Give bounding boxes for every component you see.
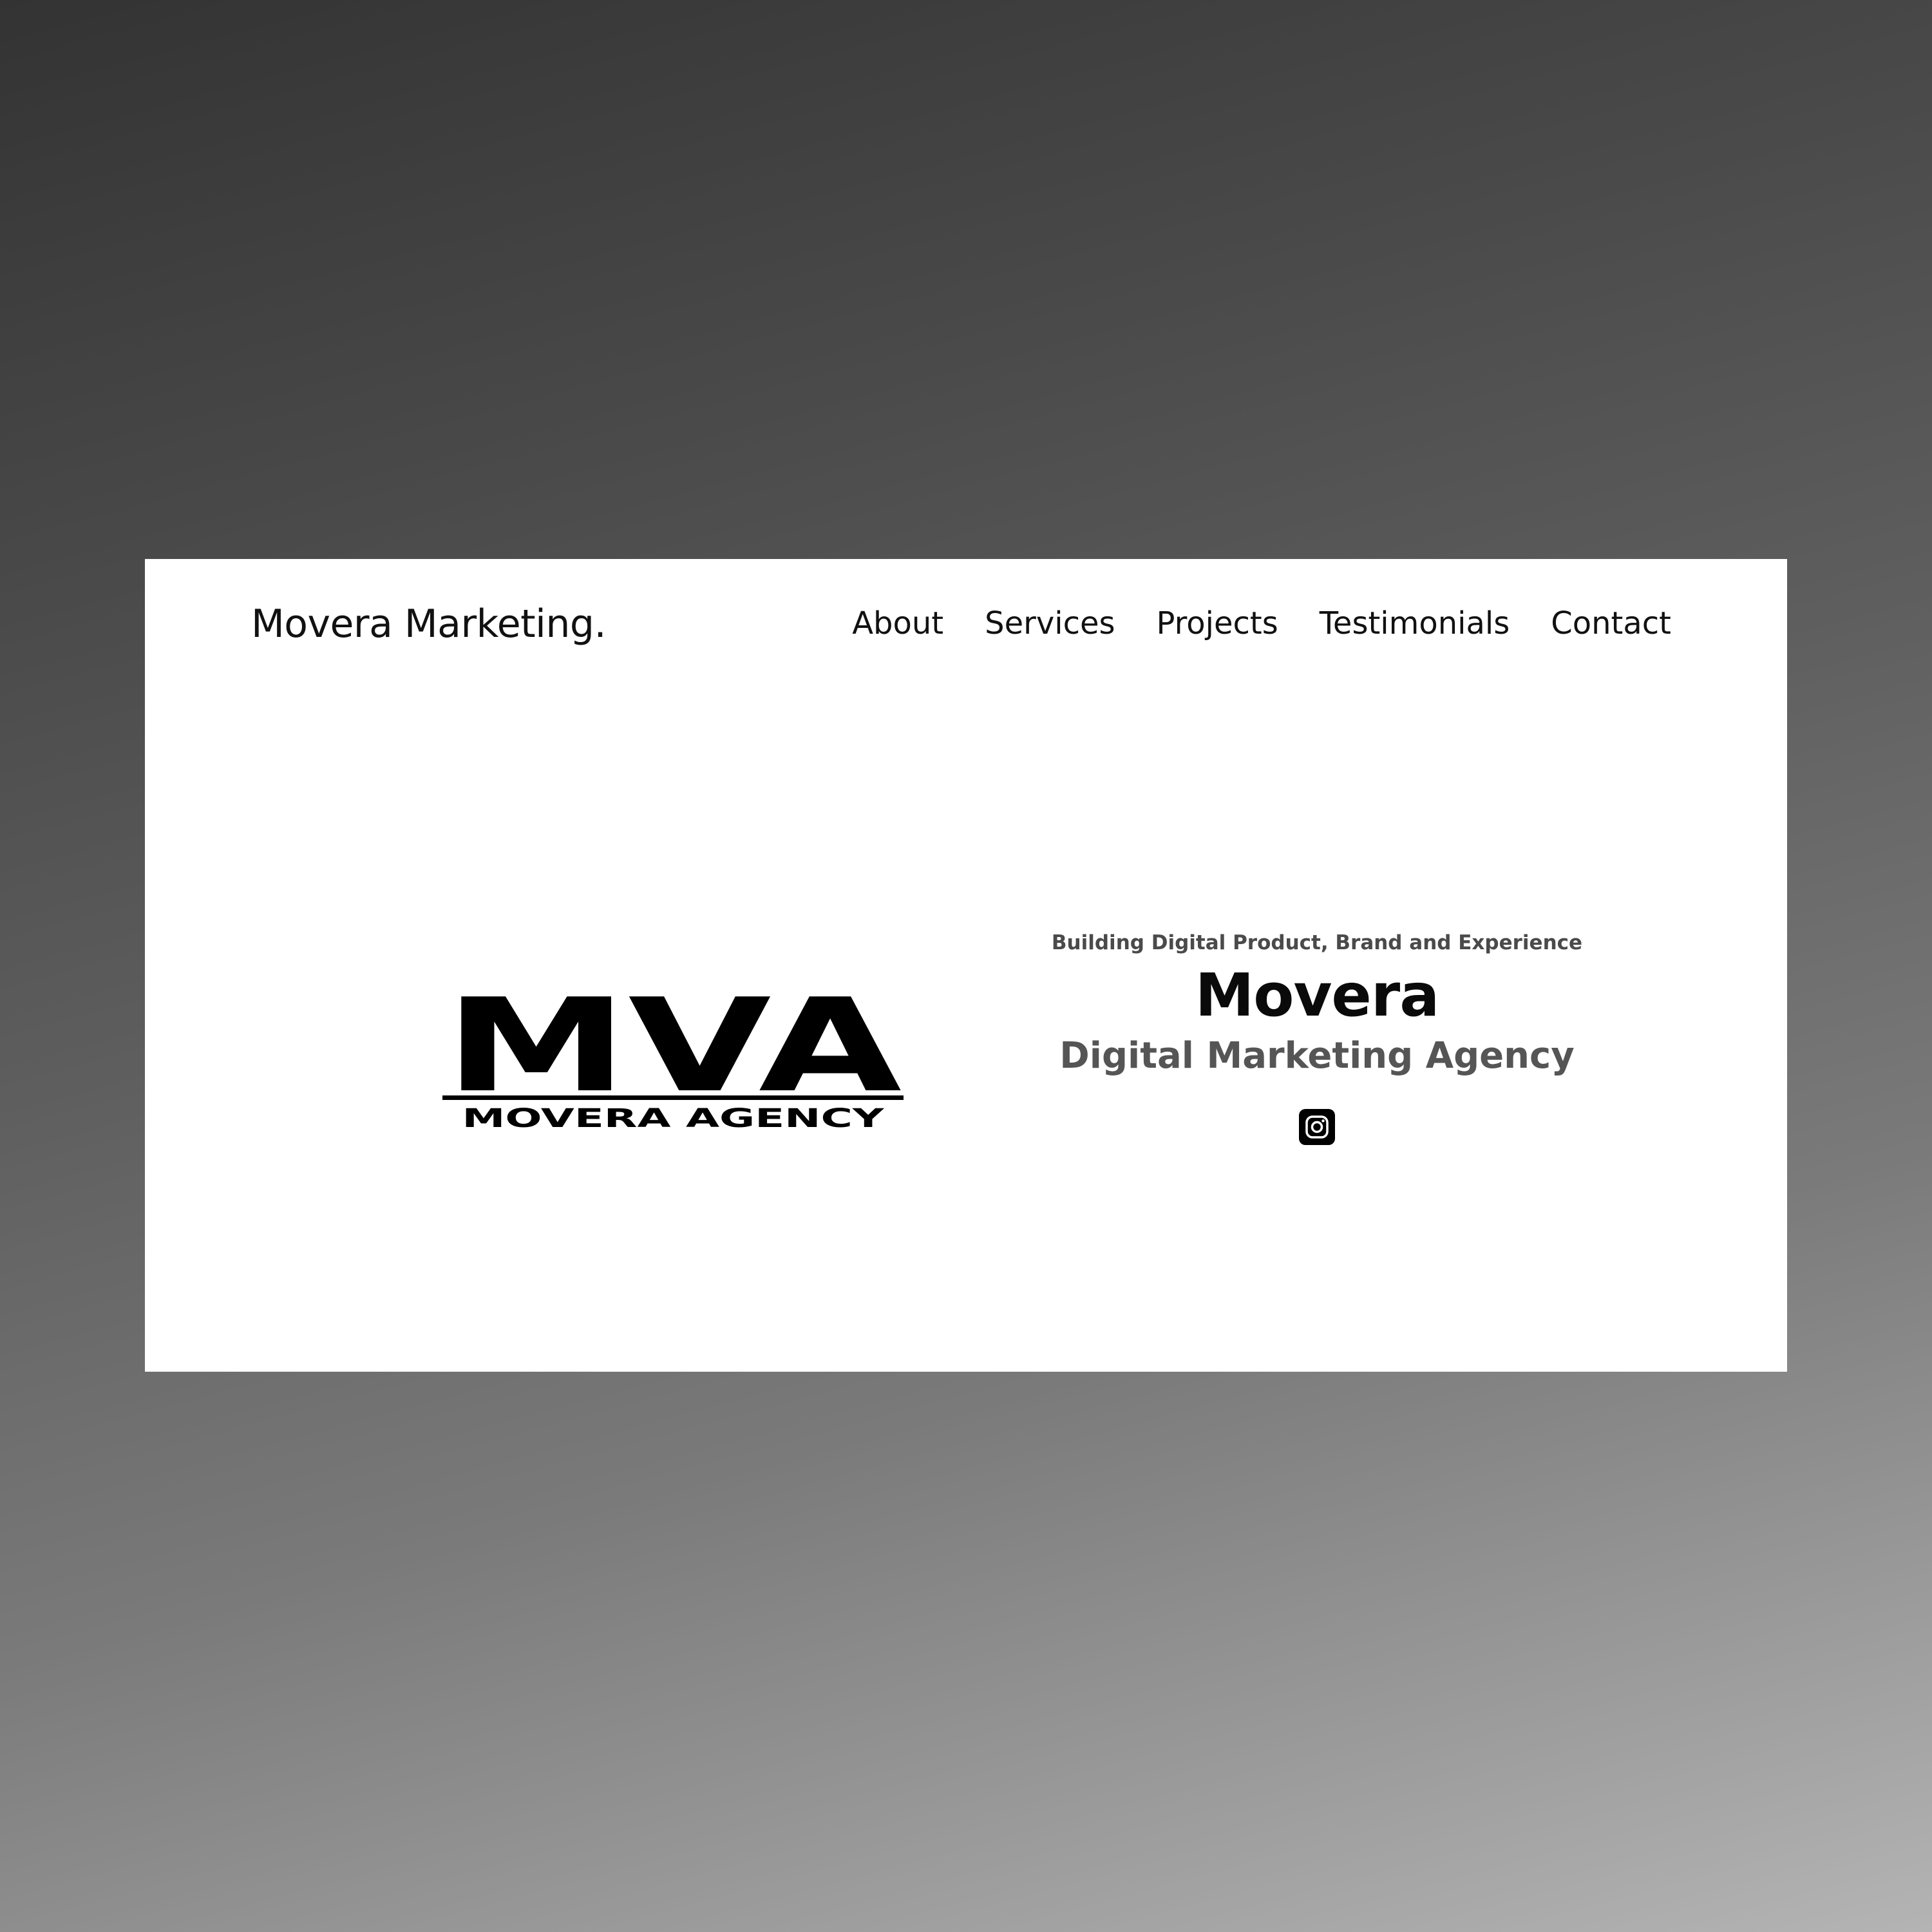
nav-links: About Services Projects Testimonials Con… [852, 605, 1671, 641]
brand-name[interactable]: Movera Marketing. [251, 601, 607, 647]
website-window: Movera Marketing. About Services Project… [145, 559, 1787, 1372]
hero-title: Movera [1195, 961, 1440, 1030]
nav-link-projects[interactable]: Projects [1157, 605, 1278, 641]
top-navigation: Movera Marketing. About Services Project… [145, 559, 1787, 694]
hero-subtitle: Digital Marketing Agency [1059, 1035, 1575, 1077]
instagram-link[interactable] [1299, 1109, 1335, 1145]
hero-tagline: Building Digital Product, Brand and Expe… [1051, 931, 1583, 954]
logo-divider [442, 1095, 904, 1100]
nav-link-contact[interactable]: Contact [1551, 605, 1671, 641]
instagram-icon [1299, 1109, 1335, 1145]
nav-link-about[interactable]: About [852, 605, 943, 641]
nav-link-services[interactable]: Services [985, 605, 1115, 641]
logo-monogram: MVA [444, 990, 902, 1121]
nav-link-testimonials[interactable]: Testimonials [1320, 605, 1510, 641]
hero-section: Building Digital Product, Brand and Expe… [982, 931, 1652, 1145]
mva-agency-logo: MVA MOVERA AGENCY [442, 990, 904, 1132]
logo-wordmark: MOVERA AGENCY [462, 1104, 886, 1132]
